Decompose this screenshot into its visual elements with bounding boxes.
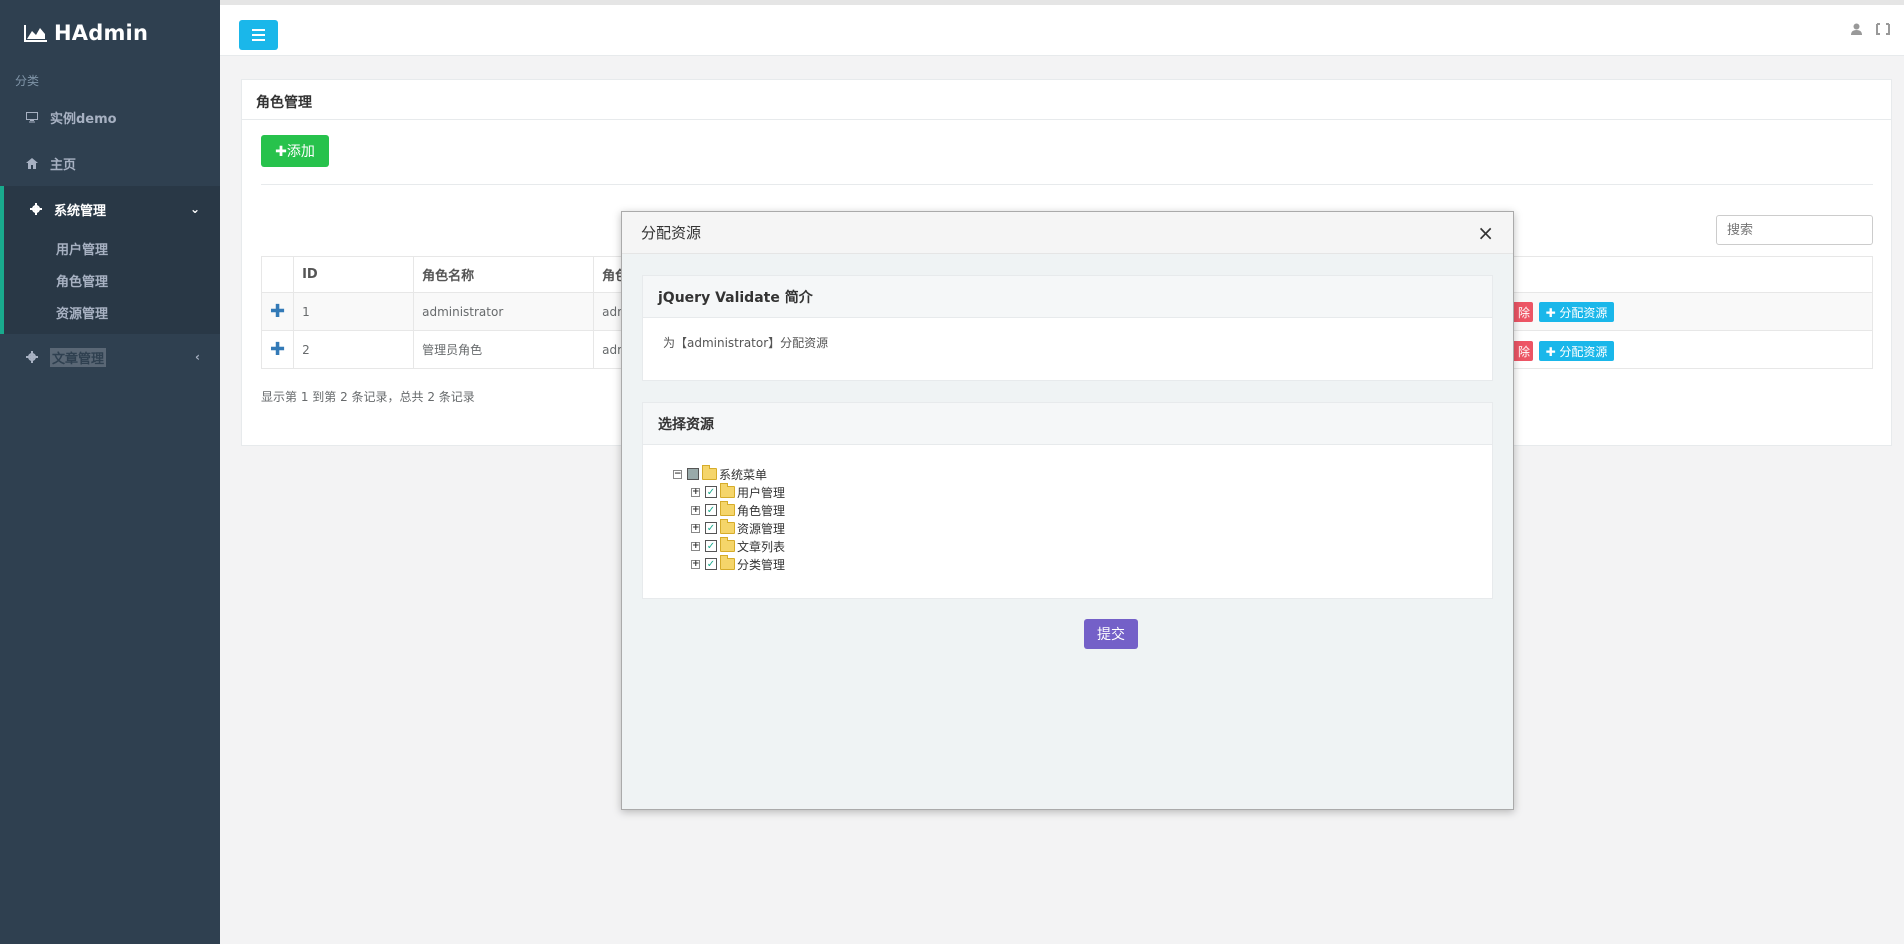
- page-title: 角色管理: [242, 80, 1891, 120]
- select-title: 选择资源: [643, 403, 1492, 445]
- expand-icon[interactable]: +: [691, 541, 700, 551]
- checkbox-checked[interactable]: ✓: [705, 504, 717, 516]
- tree-node-label: 系统菜单: [719, 467, 768, 482]
- sidebar-item-label: 实例demo: [50, 111, 117, 127]
- folder-icon: [720, 501, 735, 516]
- add-button[interactable]: ✚添加: [261, 135, 329, 167]
- expand-icon[interactable]: +: [691, 523, 700, 533]
- intro-text: 为【administrator】分配资源: [663, 336, 829, 350]
- tree-node[interactable]: + ✓ 文章列表: [673, 537, 1462, 555]
- sidebar-item-home[interactable]: 主页: [0, 140, 220, 186]
- checkbox-checked[interactable]: ✓: [705, 540, 717, 552]
- sidebar-subitem-resources[interactable]: 资源管理: [4, 296, 220, 328]
- column-header-id[interactable]: ID: [293, 256, 415, 293]
- folder-icon: [702, 465, 717, 480]
- dialog-title: 分配资源: [641, 224, 702, 242]
- assign-resource-dialog: 分配资源 × jQuery Validate 简介 为【administrato…: [621, 211, 1514, 810]
- home-icon: [25, 156, 39, 170]
- tree-node[interactable]: + ✓ 用户管理: [673, 483, 1462, 501]
- brand-name: HAdmin: [54, 21, 149, 45]
- menu-toggle-button[interactable]: [239, 20, 278, 50]
- user-icon[interactable]: [1851, 23, 1862, 39]
- sidebar-subitem-roles[interactable]: 角色管理: [4, 264, 220, 296]
- sidebar: HAdmin 分类 实例demo 主页 系统管理 ⌄ 用户管理 角色管理 资源管…: [0, 0, 220, 944]
- tree-node-root[interactable]: − 系统菜单: [673, 465, 1462, 483]
- monitor-icon: [25, 110, 39, 124]
- tree-node-label: 文章列表: [737, 539, 786, 554]
- pagination-info: 显示第 1 到第 2 条记录，总共 2 条记录: [261, 390, 475, 404]
- search-input[interactable]: [1716, 215, 1873, 245]
- collapse-icon[interactable]: −: [673, 469, 682, 479]
- cell-name: 管理员角色: [413, 330, 595, 369]
- folder-icon: [720, 519, 735, 534]
- folder-icon: [720, 537, 735, 552]
- sidebar-item-label: 主页: [50, 157, 77, 173]
- sidebar-item-system[interactable]: 系统管理 ⌄: [4, 186, 220, 232]
- tree-node[interactable]: + ✓ 分类管理: [673, 555, 1462, 573]
- tree-node[interactable]: + ✓ 角色管理: [673, 501, 1462, 519]
- tree-node[interactable]: + ✓ 资源管理: [673, 519, 1462, 537]
- gear-icon: [29, 202, 43, 216]
- expand-icon[interactable]: +: [691, 559, 700, 569]
- tree-node-label: 资源管理: [737, 521, 786, 536]
- assign-resource-button[interactable]: ✚ 分配资源: [1539, 341, 1614, 361]
- sidebar-item-label: 文章管理: [50, 347, 107, 367]
- top-navbar: [220, 0, 1904, 56]
- expand-row-icon[interactable]: ✚: [260, 292, 295, 331]
- top-icons: [1851, 23, 1890, 39]
- area-chart-icon: [24, 25, 47, 42]
- tree-node-label: 用户管理: [737, 485, 786, 500]
- dialog-header: 分配资源 ×: [622, 212, 1513, 254]
- brand[interactable]: HAdmin: [0, 0, 220, 66]
- fullscreen-icon[interactable]: [1876, 23, 1890, 39]
- sidebar-group-system: 系统管理 ⌄ 用户管理 角色管理 资源管理: [0, 186, 220, 334]
- expand-row-icon[interactable]: ✚: [260, 330, 295, 369]
- sidebar-subitem-users[interactable]: 用户管理: [4, 232, 220, 264]
- expand-icon[interactable]: +: [691, 487, 700, 497]
- select-resource-box: 选择资源 − 系统菜单 + ✓ 用户管理 + ✓ 角色管理 + ✓ 资源管理 +…: [642, 402, 1493, 599]
- close-icon[interactable]: ×: [1477, 223, 1494, 243]
- cell-name: administrator: [413, 292, 595, 331]
- divider: [261, 184, 1873, 185]
- column-header-expand: [260, 256, 295, 293]
- submit-button[interactable]: 提交: [1084, 619, 1138, 649]
- intro-box: jQuery Validate 简介 为【administrator】分配资源: [642, 275, 1493, 381]
- chevron-down-icon: ⌄: [189, 202, 200, 216]
- checkbox-checked[interactable]: ✓: [705, 558, 717, 570]
- sidebar-item-label: 系统管理: [54, 203, 107, 219]
- gear-icon: [25, 350, 39, 364]
- folder-icon: [720, 555, 735, 570]
- cell-id: 1: [293, 292, 415, 331]
- tree-node-label: 分类管理: [737, 557, 786, 572]
- column-header-name[interactable]: 角色名称: [413, 256, 595, 293]
- resource-tree: − 系统菜单 + ✓ 用户管理 + ✓ 角色管理 + ✓ 资源管理 + ✓ 文章…: [643, 445, 1492, 593]
- expand-icon[interactable]: +: [691, 505, 700, 515]
- checkbox-partial[interactable]: [687, 468, 699, 480]
- folder-icon: [720, 483, 735, 498]
- assign-resource-button[interactable]: ✚ 分配资源: [1539, 302, 1614, 322]
- cell-id: 2: [293, 330, 415, 369]
- checkbox-checked[interactable]: ✓: [705, 486, 717, 498]
- nav-header: 分类: [15, 74, 40, 88]
- intro-title: jQuery Validate 简介: [643, 276, 1492, 318]
- sidebar-item-demo[interactable]: 实例demo: [0, 94, 220, 140]
- tree-node-label: 角色管理: [737, 503, 786, 518]
- checkbox-checked[interactable]: ✓: [705, 522, 717, 534]
- sidebar-item-articles[interactable]: 文章管理 ‹: [0, 334, 220, 380]
- chevron-left-icon: ‹: [195, 350, 200, 364]
